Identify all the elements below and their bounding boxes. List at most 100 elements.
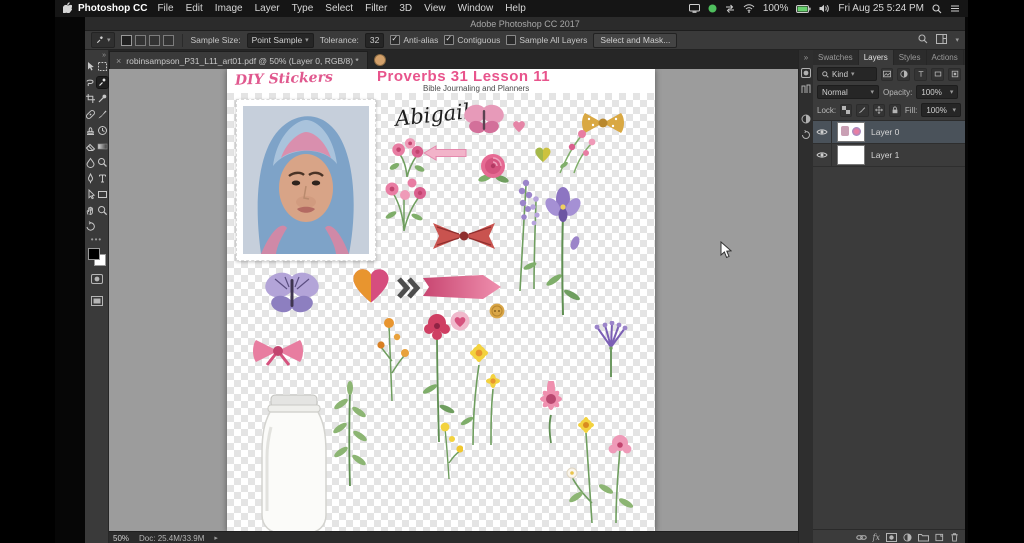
tolerance-input[interactable]: 32 <box>365 33 384 48</box>
green-app-status-icon[interactable] <box>708 4 717 13</box>
selection-mode-add[interactable] <box>135 35 146 46</box>
layer-style-button[interactable]: fx <box>873 533 880 542</box>
layer-0-visibility-toggle[interactable] <box>813 121 832 143</box>
edit-toolbar-icon[interactable]: ••• <box>91 235 102 244</box>
layer-1-visibility-toggle[interactable] <box>813 144 832 166</box>
foreground-color-swatch[interactable] <box>88 248 100 260</box>
marquee-tool[interactable] <box>97 61 108 72</box>
document-window[interactable]: DIY Stickers Proverbs 31 Lesson 11 Bible… <box>227 69 655 531</box>
type-tool[interactable] <box>97 173 108 184</box>
gradient-tool[interactable] <box>97 141 108 152</box>
sample-all-layers-option[interactable]: Sample All Layers <box>506 35 587 45</box>
link-layers-icon[interactable] <box>856 533 867 542</box>
spotlight-search-icon[interactable] <box>932 4 942 14</box>
lock-all-icon[interactable] <box>889 104 901 117</box>
filter-type-icon[interactable] <box>914 68 927 81</box>
zoom-tool[interactable] <box>97 205 108 216</box>
clone-stamp-tool[interactable] <box>85 125 96 136</box>
tab-styles[interactable]: Styles <box>894 50 927 65</box>
magic-wand-tool[interactable] <box>97 77 108 88</box>
search-icon[interactable] <box>918 34 928 46</box>
toolbar-collapse-icon[interactable]: » <box>102 52 106 59</box>
contiguous-option[interactable]: Contiguous <box>444 35 500 45</box>
move-tool[interactable] <box>85 61 96 72</box>
dodge-tool[interactable] <box>97 157 108 168</box>
menu-filter[interactable]: Filter <box>365 3 387 14</box>
layer-1-thumbnail[interactable] <box>837 145 865 165</box>
lock-transparency-icon[interactable] <box>840 104 852 117</box>
healing-brush-tool[interactable] <box>85 109 96 120</box>
opacity-value[interactable]: 100% ▾ <box>916 85 958 99</box>
filter-adjustment-icon[interactable] <box>897 68 910 81</box>
new-layer-icon[interactable] <box>935 533 944 542</box>
canvas-area[interactable]: DIY Stickers Proverbs 31 Lesson 11 Bible… <box>109 69 798 531</box>
tab-layers[interactable]: Layers <box>859 50 894 65</box>
fill-value[interactable]: 100% ▾ <box>921 103 961 117</box>
blur-tool[interactable] <box>85 157 96 168</box>
filter-shape-icon[interactable] <box>931 68 944 81</box>
crop-tool[interactable] <box>85 93 96 104</box>
menu-layer[interactable]: Layer <box>255 3 280 14</box>
zoom-level-field[interactable]: 50% <box>113 534 129 543</box>
screen-mode-icon[interactable] <box>91 293 103 311</box>
shape-tool[interactable] <box>97 189 108 200</box>
menu-edit[interactable]: Edit <box>186 3 203 14</box>
history-brush-tool[interactable] <box>97 125 108 136</box>
filter-smartobject-icon[interactable] <box>948 68 961 81</box>
doc-size-indicator[interactable]: Doc: 25.4M/33.9M <box>139 534 204 543</box>
add-mask-icon[interactable] <box>886 533 897 542</box>
eyedropper-tool[interactable] <box>97 93 108 104</box>
quick-mask-icon[interactable] <box>91 271 103 289</box>
adjustments-panel-icon[interactable] <box>801 114 811 124</box>
battery-icon[interactable] <box>796 5 811 13</box>
menu-select[interactable]: Select <box>325 3 353 14</box>
display-status-icon[interactable] <box>689 4 700 13</box>
select-and-mask-button[interactable]: Select and Mask... <box>593 33 677 48</box>
sync-arrows-icon[interactable] <box>725 4 735 13</box>
menu-file[interactable]: File <box>157 3 173 14</box>
menu-type[interactable]: Type <box>292 3 314 14</box>
workspace-switcher-icon[interactable] <box>936 34 947 46</box>
color-swatches[interactable] <box>88 248 106 266</box>
anti-alias-option[interactable]: Anti-alias <box>390 35 438 45</box>
lasso-tool[interactable] <box>85 77 96 88</box>
close-tab-icon[interactable]: × <box>116 56 121 66</box>
path-selection-tool[interactable] <box>85 189 96 200</box>
menu-3d[interactable]: 3D <box>399 3 412 14</box>
panel-menu-icon[interactable]: ≡ <box>964 50 965 65</box>
sample-all-layers-checkbox[interactable] <box>506 35 516 45</box>
tool-preset-picker[interactable]: ▾ <box>91 32 115 48</box>
lock-position-icon[interactable] <box>873 104 885 117</box>
filter-image-icon[interactable] <box>881 68 894 81</box>
layer-0-thumbnail[interactable] <box>837 122 865 142</box>
menu-view[interactable]: View <box>424 3 446 14</box>
volume-icon[interactable] <box>819 4 830 13</box>
delete-layer-icon[interactable] <box>950 532 959 542</box>
status-popup-icon[interactable]: ▸ <box>214 535 218 542</box>
tab-actions[interactable]: Actions <box>927 50 964 65</box>
tab-swatches[interactable]: Swatches <box>813 50 859 65</box>
anti-alias-checkbox[interactable] <box>390 35 400 45</box>
selection-mode-new[interactable] <box>121 35 132 46</box>
sample-size-select[interactable]: Point Sample ▾ <box>247 33 314 48</box>
window-titlebar[interactable]: Adobe Photoshop CC 2017 <box>85 17 965 31</box>
wifi-icon[interactable] <box>743 4 755 13</box>
history-panel-icon[interactable] <box>801 130 811 140</box>
menu-window[interactable]: Window <box>458 3 494 14</box>
filter-kind-select[interactable]: Kind ▾ <box>817 67 877 81</box>
dropdown-caret-icon[interactable]: ▾ <box>955 37 959 44</box>
eraser-tool[interactable] <box>85 141 96 152</box>
rotate-view-tool[interactable] <box>85 221 96 232</box>
document-tab[interactable]: × robinsampson_P31_L11_art01.pdf @ 50% (… <box>109 51 368 69</box>
lock-pixels-icon[interactable] <box>856 104 868 117</box>
brush-tool[interactable] <box>97 109 108 120</box>
apple-menu-icon[interactable] <box>63 2 72 16</box>
notification-center-icon[interactable] <box>950 4 960 13</box>
menu-help[interactable]: Help <box>505 3 526 14</box>
pen-tool[interactable] <box>85 173 96 184</box>
selection-mode-subtract[interactable] <box>149 35 160 46</box>
menubar-app-name[interactable]: Photoshop CC <box>78 3 147 14</box>
contiguous-checkbox[interactable] <box>444 35 454 45</box>
expand-panels-icon[interactable]: » <box>804 53 808 62</box>
menubar-clock[interactable]: Fri Aug 25 5:24 PM <box>838 3 924 14</box>
